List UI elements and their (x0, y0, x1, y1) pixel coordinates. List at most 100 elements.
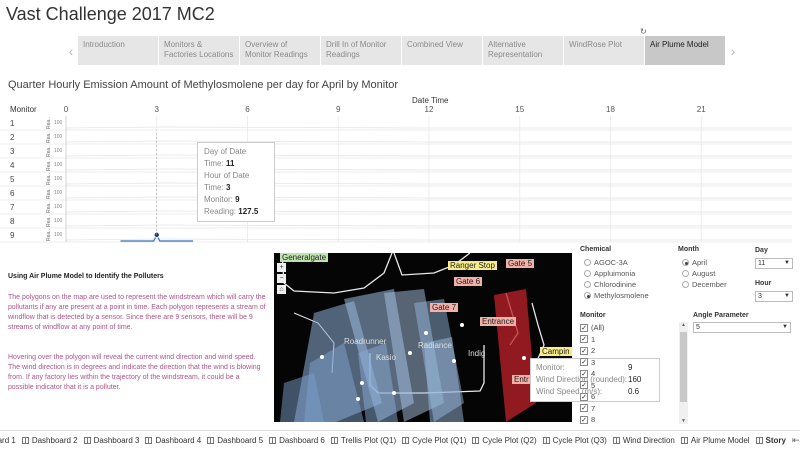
story-point[interactable]: Overview of Monitor Readings (240, 36, 320, 65)
dashboard-icon (330, 437, 338, 444)
scroll-up-icon[interactable]: ▲ (679, 322, 688, 328)
chemical-filter-title: Chemical (580, 246, 612, 253)
checkbox-icon[interactable]: ✓ (580, 404, 588, 413)
radio-option[interactable]: Chlorodinine (584, 279, 649, 290)
checkbox-icon[interactable]: ✓ (580, 335, 588, 344)
checkbox-icon[interactable]: ✓ (580, 323, 588, 332)
checkbox-icon[interactable]: ✓ (580, 392, 588, 401)
sheet-tab-label: Wind Direction (622, 436, 675, 445)
tooltip-label: Monitor: (536, 363, 565, 372)
zoom-in-button[interactable]: + (277, 263, 286, 272)
radio-icon[interactable] (584, 270, 591, 277)
sheet-tab[interactable]: Dashboard 4 (145, 436, 207, 445)
checkbox-label: 1 (591, 334, 596, 344)
row-axis-label: Rea.. (46, 187, 52, 199)
monitor-scrollbar[interactable]: ▲ ▼ (679, 322, 688, 424)
tooltip-label: Reading: (204, 207, 237, 216)
monitor-label: 3 (10, 147, 15, 156)
zoom-out-button[interactable]: − (277, 274, 286, 283)
monitor-filter: ✓ (All) ✓ 1 ✓ 2 ✓ 3 ✓ 4 ✓ 5 ✓ 6 ✓ 7 ✓ 8 (580, 322, 680, 424)
sheet-tab[interactable]: Dashboard 1 (0, 436, 22, 445)
checkbox-option[interactable]: ✓ 8 (580, 414, 680, 424)
sheet-tab[interactable]: Dashboard 3 (83, 436, 146, 445)
radio-option[interactable]: April (682, 257, 727, 268)
story-point[interactable]: Drill In of Monitor Readings (321, 36, 401, 65)
air-plume-map[interactable]: Generalgate Ranger Stop Gate 5 Gate 6 Ga… (274, 253, 572, 422)
chevron-right-icon[interactable]: › (726, 36, 740, 65)
checkbox-option[interactable]: ✓ 1 (580, 334, 680, 346)
row-axis-label: Rea.. (46, 117, 52, 129)
sheet-tab[interactable]: Story (755, 436, 792, 445)
tooltip-row: Hour of Date (204, 170, 268, 182)
checkbox-option[interactable]: ✓ 2 (580, 345, 680, 357)
checkbox-option[interactable]: ✓ 4 (580, 368, 680, 380)
checkbox-option[interactable]: ✓ 5 (580, 380, 680, 392)
x-tick-label: 15 (515, 105, 524, 114)
sheet-tab[interactable]: Dashboard 2 (21, 436, 84, 445)
radio-icon[interactable] (682, 281, 689, 288)
story-point[interactable]: Combined View (402, 36, 482, 65)
checkbox-icon[interactable]: ✓ (580, 358, 588, 367)
radio-label: December (692, 280, 727, 289)
home-icon[interactable]: ⌂ (277, 285, 286, 294)
x-tick-label: 3 (155, 105, 160, 114)
dashboard-icon (542, 437, 550, 444)
radio-option[interactable]: AGOC-3A (584, 257, 649, 268)
scroll-down-icon[interactable]: ▼ (679, 418, 688, 424)
radio-option[interactable]: Methylosmolene (584, 290, 649, 301)
sheet-tab[interactable]: Trellis Plot (Q1) (330, 436, 402, 445)
sheet-tab-label: Dashboard 4 (155, 436, 202, 445)
hour-select[interactable]: 3 ▼ (755, 291, 793, 302)
checkbox-option[interactable]: ✓ 3 (580, 357, 680, 369)
story-point[interactable]: Alternative Representation (483, 36, 563, 65)
radio-label: August (692, 269, 716, 278)
angle-select[interactable]: 5 ▼ (693, 322, 791, 333)
row-axis-label: Rea.. (46, 201, 52, 213)
radio-icon[interactable] (584, 292, 591, 299)
pin-icon[interactable]: ↻ (640, 27, 647, 36)
day-value: 11 (758, 260, 766, 267)
month-filter: April August December (682, 257, 727, 290)
sheet-tab-label: Cycle Plot (Q2) (482, 436, 537, 445)
tooltip-label: Time: (204, 159, 224, 168)
sheet-tab[interactable]: Wind Direction (612, 436, 681, 445)
checkbox-option[interactable]: ✓ 6 (580, 391, 680, 403)
radio-icon[interactable] (584, 259, 591, 266)
sheet-tab-label: Story (765, 436, 786, 445)
sheet-tab[interactable]: Dashboard 6 (269, 436, 331, 445)
radio-icon[interactable] (584, 281, 591, 288)
location-label: Gate 6 (454, 277, 483, 286)
row-tick-label: 100 (54, 176, 63, 182)
checkbox-icon[interactable]: ✓ (580, 381, 588, 390)
radio-option[interactable]: December (682, 279, 727, 290)
sheet-tab[interactable]: Cycle Plot (Q3) (542, 436, 613, 445)
location-label: Generalgate (280, 253, 329, 262)
location-label: Indig (468, 349, 486, 358)
sheet-tab[interactable]: Dashboard 5 (207, 436, 269, 445)
row-tick-label: 100 (54, 120, 63, 126)
story-point[interactable]: WindRose Plot (564, 36, 644, 65)
checkbox-option[interactable]: ✓ (All) (580, 322, 680, 334)
story-point[interactable]: Monitors & Factories Locations (159, 36, 239, 65)
checkbox-icon[interactable]: ✓ (580, 346, 588, 355)
story-point[interactable]: Air Plume Model (645, 36, 725, 65)
chemical-filter: AGOC-3A Appluimonia Chlorodinine Methylosmo… (584, 257, 649, 301)
checkbox-icon[interactable]: ✓ (580, 369, 588, 378)
first-tab-icon[interactable]: ⇤ (792, 435, 800, 446)
story-point[interactable]: Introduction (78, 36, 158, 65)
emission-line-chart[interactable]: 0 3 6 9 12 15 18 211 Rea.. 1002 Rea.. 1003 Rea.. 1004… (0, 104, 800, 244)
chevron-left-icon[interactable]: ‹ (64, 36, 78, 65)
sheet-tab[interactable]: Cycle Plot (Q2) (472, 436, 542, 445)
scroll-thumb[interactable] (680, 332, 687, 402)
radio-option[interactable]: August (682, 268, 727, 279)
sheet-tab[interactable]: Air Plume Model (680, 436, 756, 445)
radio-icon[interactable] (682, 270, 689, 277)
radio-option[interactable]: Appluimonia (584, 268, 649, 279)
checkbox-icon[interactable]: ✓ (580, 415, 588, 424)
day-select[interactable]: 11 ▼ (755, 258, 793, 269)
sheet-tab-label: Cycle Plot (Q1) (412, 436, 467, 445)
sheet-tab[interactable]: Cycle Plot (Q1) (402, 436, 472, 445)
monitor-label: 8 (10, 217, 15, 226)
checkbox-option[interactable]: ✓ 7 (580, 403, 680, 415)
radio-icon[interactable] (682, 259, 689, 266)
